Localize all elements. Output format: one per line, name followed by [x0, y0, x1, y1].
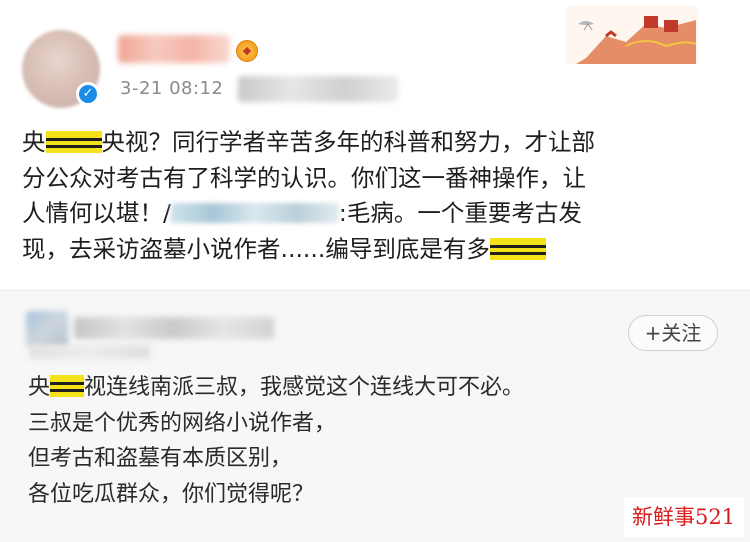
comment-line-3: 但考古和盗墓有本质区别，	[28, 446, 293, 471]
commenter-meta-blurred	[30, 345, 150, 359]
post-line-1: 央 央视？同行学者辛苦多年的科普和努力，才让部	[22, 125, 732, 161]
post-line-3-pre: 人情何以堪！/	[22, 199, 171, 227]
post-line-3-post: :毛病。一个重要考古发	[338, 199, 582, 227]
follow-button[interactable]: +关注	[628, 315, 718, 351]
comment-line-1-post: 视连线南派三叔，我感觉这个连线大可不必。	[84, 375, 525, 400]
post-body: 央 央视？同行学者辛苦多年的科普和努力，才让部 分公众对考古有了科学的认识。你们这…	[22, 125, 732, 267]
censor-mark	[50, 375, 85, 397]
post-line-4-pre: 现，去采访盗墓小说作者......编导到底是有多	[22, 234, 490, 263]
post-line-2: 分公众对考古有了科学的认识。你们这一番神操作，让	[22, 163, 586, 192]
comment-line-1-pre: 央	[28, 375, 51, 400]
post-line-1-pre: 央	[22, 128, 46, 156]
comment-line-4: 各位吃瓜群众，你们觉得呢？	[28, 481, 315, 507]
watermark: 新鲜事521	[624, 497, 744, 537]
post-source-blurred	[238, 76, 398, 102]
comment-body: 央 视连线南派三叔，我感觉这个连线大可不必。 三叔是个优秀的网络小说作者， 但考古…	[28, 370, 718, 512]
commenter-name-blurred[interactable]	[74, 317, 274, 339]
verified-badge-icon: ✓	[76, 82, 100, 106]
comment-line-2: 三叔是个优秀的网络小说作者，	[28, 410, 337, 436]
censor-mark-end	[489, 237, 546, 260]
post-line-1-post: 央视？同行学者辛苦多年的科普和努力，才让部	[101, 128, 596, 156]
weibo-post: ✓ ◆ 3-21 08:12 央 央视？同行学者辛苦多年的科普和努力，才让部 分公…	[0, 0, 750, 290]
commenter-avatar-blurred[interactable]	[26, 311, 68, 347]
post-line-4: 现，去采访盗墓小说作者......编导到底是有多	[22, 232, 732, 268]
level-badge-icon: ◆	[236, 40, 258, 62]
blurred-mention[interactable]	[170, 203, 339, 223]
username-blurred[interactable]	[118, 35, 230, 63]
post-timestamp: 3-21 08:12	[120, 78, 224, 99]
comment-line-1: 央 视连线南派三叔，我感觉这个连线大可不必。	[28, 370, 718, 406]
censor-mark	[45, 131, 102, 153]
great-wall-banner-icon	[566, 6, 698, 64]
post-line-3: 人情何以堪！/ :毛病。一个重要考古发	[22, 196, 732, 232]
